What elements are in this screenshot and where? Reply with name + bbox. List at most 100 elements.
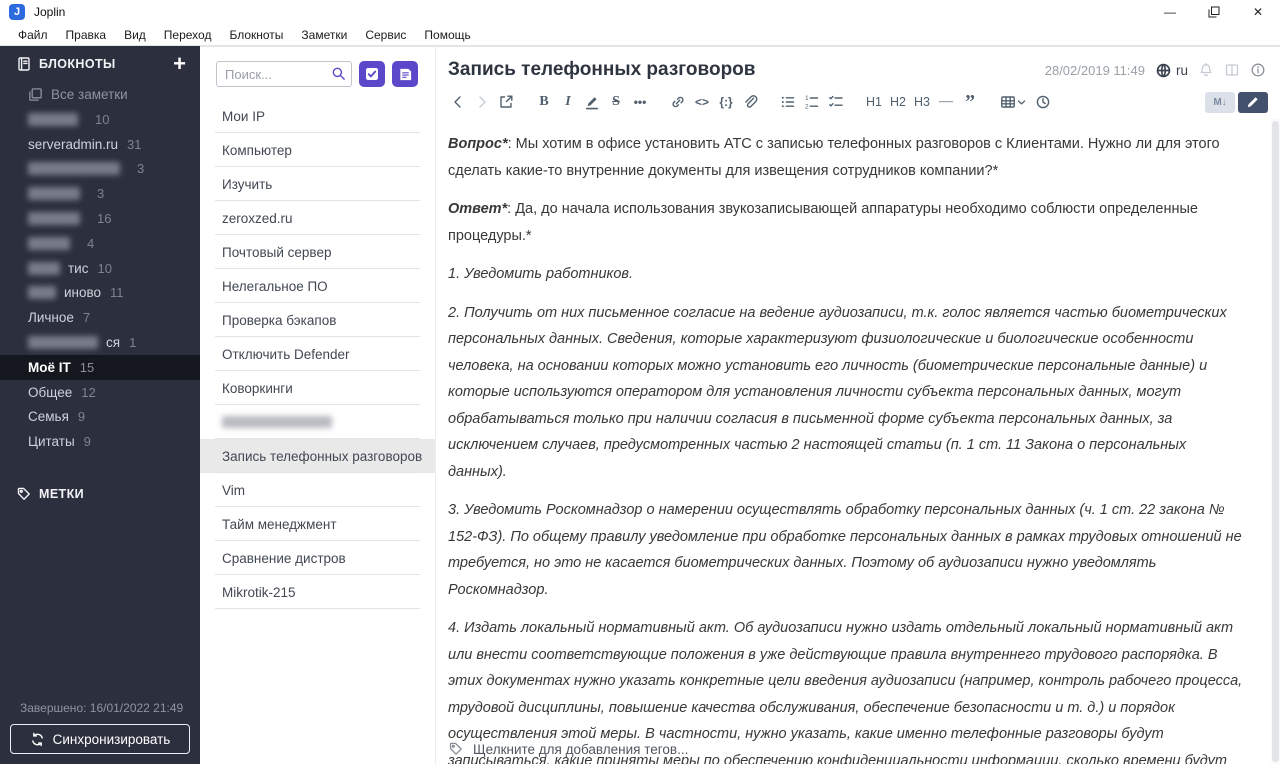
note-paragraph: 2. Получить от них письменное согласие н… <box>448 304 1227 480</box>
note-list-item[interactable]: zeroxzed.ru <box>200 201 435 235</box>
menu-item[interactable]: Файл <box>9 24 57 46</box>
bold-button[interactable]: B <box>532 89 556 115</box>
restore-button[interactable] <box>1192 0 1236 24</box>
heading-1-button[interactable]: H1 <box>862 89 886 115</box>
open-external-button[interactable] <box>494 89 518 115</box>
note-title[interactable]: Запись телефонных разговоров <box>448 59 755 81</box>
code-block-button[interactable]: {:} <box>714 89 738 115</box>
more-options-glyph: ••• <box>633 95 647 109</box>
hyperlink-button[interactable] <box>666 89 690 115</box>
menu-item[interactable]: Блокноты <box>220 24 292 46</box>
globe-icon[interactable] <box>1155 62 1172 79</box>
new-todo-button[interactable] <box>359 61 385 87</box>
rich-text-toggle-button[interactable] <box>1238 91 1268 113</box>
note-list-item[interactable]: Почтовый сервер <box>200 235 435 269</box>
tag-bar[interactable]: Щелкните для добавления тегов... <box>448 741 688 757</box>
spellcheck-locale[interactable]: ru <box>1176 63 1188 78</box>
notebook-item[interactable]: Общее 12 <box>0 380 200 405</box>
table-button[interactable] <box>996 89 1031 115</box>
numbered-list-button[interactable]: 12 <box>800 89 824 115</box>
notebook-item[interactable]: Личное 7 <box>0 305 200 330</box>
note-list-item[interactable]: Тайм менеджмент <box>200 507 435 541</box>
markdown-toggle-button[interactable]: M↓ <box>1205 91 1235 113</box>
note-list-item[interactable]: Изучить <box>200 167 435 201</box>
notebook-label: Общее <box>28 384 73 400</box>
menu-item[interactable]: Вид <box>115 24 155 46</box>
note-list-item[interactable]: Vim <box>200 473 435 507</box>
note-count: 15 <box>79 359 95 375</box>
more-options-button[interactable]: ••• <box>628 89 652 115</box>
note-list-item-label: Тайм менеджмент <box>222 516 337 532</box>
menu-item[interactable]: Переход <box>155 24 221 46</box>
note-properties-info-icon[interactable] <box>1250 62 1266 78</box>
italic-button[interactable]: I <box>556 89 580 115</box>
note-list-item[interactable]: Нелегальное ПО <box>200 269 435 303</box>
insert-time-button[interactable] <box>1031 89 1055 115</box>
notebook-item[interactable]: 3 <box>0 181 200 206</box>
notebook-item[interactable]: иново 11 <box>0 281 200 306</box>
menu-item[interactable]: Правка <box>57 24 116 46</box>
note-page-icon <box>398 67 413 82</box>
bulleted-list-button[interactable] <box>776 89 800 115</box>
bold-glyph: B <box>539 94 549 109</box>
note-list-item-label: Изучить <box>222 176 273 192</box>
note-list-item[interactable]: Отключить Defender <box>200 337 435 371</box>
menu-item[interactable]: Сервис <box>356 24 415 46</box>
add-tag-label: Щелкните для добавления тегов... <box>473 741 689 757</box>
scrollbar-thumb[interactable] <box>1272 121 1279 762</box>
notebook-item[interactable]: тис 10 <box>0 256 200 281</box>
notebook-item[interactable]: Цитаты 9 <box>0 429 200 454</box>
forward-button[interactable] <box>470 89 494 115</box>
note-count: 12 <box>81 384 96 400</box>
inline-code-button[interactable]: <> <box>690 89 714 115</box>
highlight-pen-button[interactable] <box>580 89 604 115</box>
minimize-button[interactable]: — <box>1148 0 1192 24</box>
add-tag-icon <box>448 741 464 757</box>
note-paragraph: 3. Уведомить Роскомнадзор о намерении ос… <box>448 502 1242 598</box>
quote-button[interactable]: ” <box>958 89 982 115</box>
redacted-label <box>28 236 70 250</box>
editor-toolbar: B I S ••• <> {:} 1 2 H1 H2 H3—” M↓ <box>436 85 1280 119</box>
notebook-item[interactable]: Моё IT 15 <box>0 354 200 380</box>
note-list-item[interactable]: Мои IP <box>200 99 435 133</box>
sidebar-item-all-notes[interactable]: Все заметки <box>0 82 200 107</box>
attach-file-icon <box>742 94 758 110</box>
close-button[interactable]: ✕ <box>1236 0 1280 24</box>
new-notebook-button[interactable]: + <box>173 53 186 75</box>
layout-columns-icon[interactable] <box>1224 62 1240 78</box>
back-button[interactable] <box>446 89 470 115</box>
notebook-item[interactable]: 3 <box>0 157 200 182</box>
bulleted-list-icon <box>780 94 796 110</box>
notebook-label: Моё IT <box>28 359 71 375</box>
notebook-item[interactable]: 10 <box>0 107 200 132</box>
alarm-bell-icon[interactable] <box>1198 62 1214 78</box>
note-list-item[interactable]: Коворкинги <box>200 371 435 405</box>
note-list-item[interactable] <box>200 405 435 439</box>
note-list-item[interactable]: Запись телефонных разговоров <box>200 439 435 473</box>
note-body: Вопрос*: Мы хотим в офисе установить АТС… <box>436 119 1280 764</box>
new-note-button[interactable] <box>392 61 418 87</box>
notebook-item[interactable]: serveradmin.ru 31 <box>0 132 200 157</box>
note-list-item[interactable]: Сравнение дистров <box>200 541 435 575</box>
note-list-item[interactable]: Компьютер <box>200 133 435 167</box>
tag-icon <box>16 486 32 502</box>
attach-file-button[interactable] <box>738 89 762 115</box>
notebook-item[interactable]: Семья 9 <box>0 405 200 430</box>
checkbox-list-button[interactable] <box>824 89 848 115</box>
notebook-item[interactable]: ся 1 <box>0 330 200 355</box>
open-external-icon <box>498 94 514 110</box>
synchronise-button[interactable]: Синхронизировать <box>10 724 190 754</box>
menu-item[interactable]: Помощь <box>415 24 479 46</box>
notebook-item[interactable]: 4 <box>0 231 200 256</box>
heading-3-button[interactable]: H3 <box>910 89 934 115</box>
menu-item[interactable]: Заметки <box>292 24 356 46</box>
horizontal-rule-button[interactable]: — <box>934 89 958 115</box>
editor-scrollbar[interactable] <box>1271 119 1280 764</box>
strikethrough-button[interactable]: S <box>604 89 628 115</box>
editor-panel: Запись телефонных разговоров 28/02/2019 … <box>435 46 1280 764</box>
note-list-item[interactable]: Mikrotik-215 <box>200 575 435 609</box>
note-list-item[interactable]: Проверка бэкапов <box>200 303 435 337</box>
heading-2-button[interactable]: H2 <box>886 89 910 115</box>
highlight-pen-icon <box>584 94 600 110</box>
notebook-item[interactable]: 16 <box>0 206 200 231</box>
